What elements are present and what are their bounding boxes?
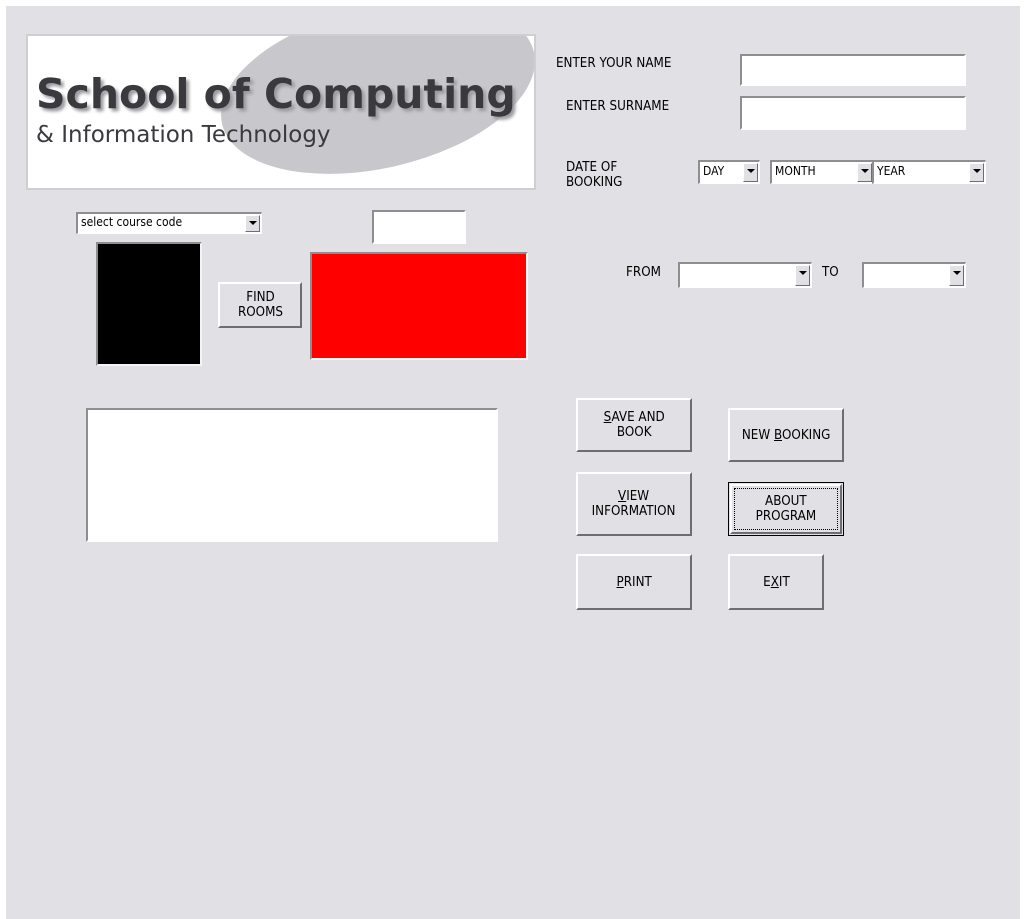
course-code-select[interactable]: select course code bbox=[76, 212, 262, 234]
day-select-value: DAY bbox=[703, 164, 725, 178]
year-select[interactable]: YEAR bbox=[872, 160, 986, 184]
surname-label: ENTER SURNAME bbox=[566, 99, 670, 114]
exit-button[interactable]: EXIT bbox=[728, 554, 824, 610]
month-select[interactable]: MONTH bbox=[770, 160, 874, 184]
chevron-down-icon[interactable] bbox=[245, 215, 260, 232]
name-label: ENTER YOUR NAME bbox=[556, 56, 672, 71]
save-and-book-button[interactable]: SAVE AND BOOK bbox=[576, 398, 692, 452]
find-rooms-label: FIND ROOMS bbox=[237, 290, 283, 320]
red-rooms-panel bbox=[310, 252, 528, 360]
chevron-down-icon[interactable] bbox=[949, 265, 964, 286]
logo-panel: School of Computing & Information Techno… bbox=[26, 34, 536, 190]
course-code-field[interactable] bbox=[372, 210, 466, 244]
view-information-label: VIEW INFORMATION bbox=[592, 489, 676, 519]
chevron-down-icon[interactable] bbox=[743, 163, 758, 182]
exit-text-a: E bbox=[762, 574, 771, 590]
course-code-select-value: select course code bbox=[81, 215, 183, 229]
information-textbox[interactable] bbox=[86, 408, 498, 542]
new-booking-accelerator: B bbox=[773, 427, 782, 443]
about-program-label: ABOUT PROGRAM bbox=[755, 494, 817, 524]
view-information-button[interactable]: VIEW INFORMATION bbox=[576, 472, 692, 536]
logo-subtitle: & Information Technology bbox=[36, 122, 331, 148]
save-and-book-accelerator: S bbox=[603, 410, 612, 425]
to-select[interactable] bbox=[862, 262, 966, 288]
new-booking-text-a: NEW bbox=[741, 427, 774, 443]
chevron-down-icon[interactable] bbox=[857, 163, 872, 182]
from-label: FROM bbox=[626, 265, 661, 280]
exit-accelerator: X bbox=[770, 574, 779, 590]
view-information-text: IEW INFORMATION bbox=[592, 489, 676, 519]
date-of-booking-label: DATE OF BOOKING bbox=[566, 160, 623, 190]
print-accelerator: P bbox=[616, 574, 624, 590]
logo-title: School of Computing bbox=[36, 70, 516, 118]
chevron-down-icon[interactable] bbox=[969, 163, 984, 182]
new-booking-button[interactable]: NEW BOOKING bbox=[728, 408, 844, 462]
booking-form: School of Computing & Information Techno… bbox=[6, 6, 1020, 919]
save-and-book-label: SAVE AND BOOK bbox=[603, 410, 664, 440]
name-input[interactable] bbox=[740, 54, 966, 86]
about-program-button[interactable]: ABOUT PROGRAM bbox=[728, 482, 844, 536]
chevron-down-icon[interactable] bbox=[795, 265, 810, 286]
black-image-panel bbox=[96, 242, 202, 366]
find-rooms-button[interactable]: FIND ROOMS bbox=[218, 282, 302, 328]
print-label: PRINT bbox=[616, 575, 651, 590]
surname-input[interactable] bbox=[740, 96, 966, 130]
from-select[interactable] bbox=[678, 262, 812, 288]
save-and-book-text: AVE AND BOOK bbox=[611, 410, 665, 440]
new-booking-text-b: OOKING bbox=[781, 427, 831, 443]
year-select-value: YEAR bbox=[877, 164, 906, 178]
print-button[interactable]: PRINT bbox=[576, 554, 692, 610]
day-select[interactable]: DAY bbox=[698, 160, 760, 184]
print-text: RINT bbox=[623, 574, 652, 590]
to-label: TO bbox=[822, 265, 839, 280]
month-select-value: MONTH bbox=[775, 164, 816, 178]
new-booking-label: NEW BOOKING bbox=[742, 428, 831, 443]
exit-text-b: IT bbox=[778, 574, 790, 590]
exit-label: EXIT bbox=[763, 575, 790, 590]
